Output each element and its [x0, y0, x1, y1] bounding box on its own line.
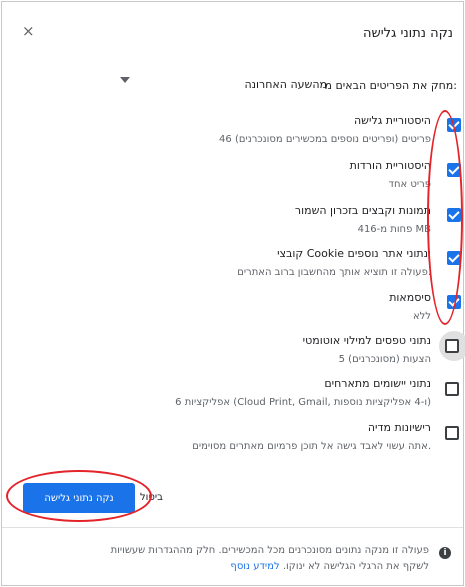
list-item-media-licenses[interactable]: רישיונות מדיה אתה עשוי לאבד גישה אל תוכן…: [2, 419, 465, 463]
list-item-hosted-apps[interactable]: נתוני יישומים מתארחים 6 אפליקציות (Cloud…: [2, 375, 465, 419]
checkbox-browsing-history[interactable]: [447, 118, 461, 132]
item-subtitle: אתה עשוי לאבד גישה אל תוכן פרמיום מאתרים…: [192, 441, 431, 452]
item-subtitle: פחות מ-416 MB: [357, 224, 431, 235]
chevron-down-icon[interactable]: [120, 77, 130, 83]
list-item-passwords[interactable]: סיסמאות ללא: [2, 289, 465, 333]
checkbox-passwords[interactable]: [447, 295, 461, 309]
info-icon: i: [439, 547, 451, 559]
checkbox-cached-images[interactable]: [447, 208, 461, 222]
time-range-select[interactable]: מהשעה האחרונה: [244, 78, 327, 91]
item-subtitle: פריט אחד: [388, 179, 431, 190]
divider: [2, 527, 463, 528]
footer-note-text: לשקף את הרגלי הגלישה לא ינוקו.: [282, 561, 429, 572]
dialog-title: נקה נתוני גלישה: [363, 26, 453, 41]
time-range-label: מחק את הפריטים הבאים מ:: [324, 79, 458, 92]
list-item-browsing-history[interactable]: היסטוריית גלישה 46 פריטים (ופריטים נוספי…: [2, 112, 465, 156]
time-range-row: מחק את הפריטים הבאים מ: מהשעה האחרונה: [2, 74, 465, 96]
list-item-download-history[interactable]: היסטוריית הורדות פריט אחד: [2, 157, 465, 201]
checkbox-cookies[interactable]: [447, 251, 461, 265]
item-subtitle: פעולה זו תוציא אותך מהחשבון ברוב האתרים.: [237, 267, 431, 278]
list-item-cookies[interactable]: קובצי Cookie ונתוני אתר נוספים פעולה זו …: [2, 245, 465, 289]
item-title: רישיונות מדיה: [367, 421, 431, 434]
footer-note-line2: לשקף את הרגלי הגלישה לא ינוקו. למידע נוס…: [230, 561, 429, 572]
item-title: נתוני טפסים למילוי אוטומטי: [302, 334, 431, 347]
footer-note-line1: פעולה זו מנקה נתונים מסונכרנים מכל המכשי…: [110, 545, 429, 556]
clear-browsing-data-dialog: × נקה נתוני גלישה מחק את הפריטים הבאים מ…: [1, 1, 465, 586]
item-title: היסטוריית הורדות: [349, 159, 431, 172]
checkbox-media-licenses[interactable]: [445, 426, 459, 440]
item-title: היסטוריית גלישה: [354, 114, 431, 127]
learn-more-link[interactable]: למידע נוסף: [230, 561, 279, 572]
cancel-button[interactable]: ביטול: [140, 483, 163, 513]
item-title: תמונות וקבצים בזכרון השמור: [294, 204, 431, 217]
clear-data-button[interactable]: נקה נתוני גלישה: [23, 483, 135, 513]
item-title: סיסמאות: [389, 291, 431, 304]
checkbox-autofill[interactable]: [445, 339, 459, 353]
item-title: נתוני יישומים מתארחים: [324, 377, 431, 390]
item-subtitle: 5 הצעות (מסונכרנים): [338, 354, 431, 365]
list-item-autofill[interactable]: נתוני טפסים למילוי אוטומטי 5 הצעות (מסונ…: [2, 331, 465, 376]
item-title: קובצי Cookie ונתוני אתר נוספים: [277, 247, 431, 260]
list-item-cached-images[interactable]: תמונות וקבצים בזכרון השמור פחות מ-416 MB: [2, 202, 465, 246]
checkbox-hosted-apps[interactable]: [445, 382, 459, 396]
close-icon[interactable]: ×: [22, 22, 35, 40]
item-subtitle: ללא: [412, 311, 431, 322]
item-subtitle: 6 אפליקציות (Cloud Print, Gmail, ו-4 אפל…: [175, 397, 431, 408]
checkbox-download-history[interactable]: [447, 163, 461, 177]
item-subtitle: 46 פריטים (ופריטים נוספים במכשירים מסונכ…: [219, 134, 431, 145]
